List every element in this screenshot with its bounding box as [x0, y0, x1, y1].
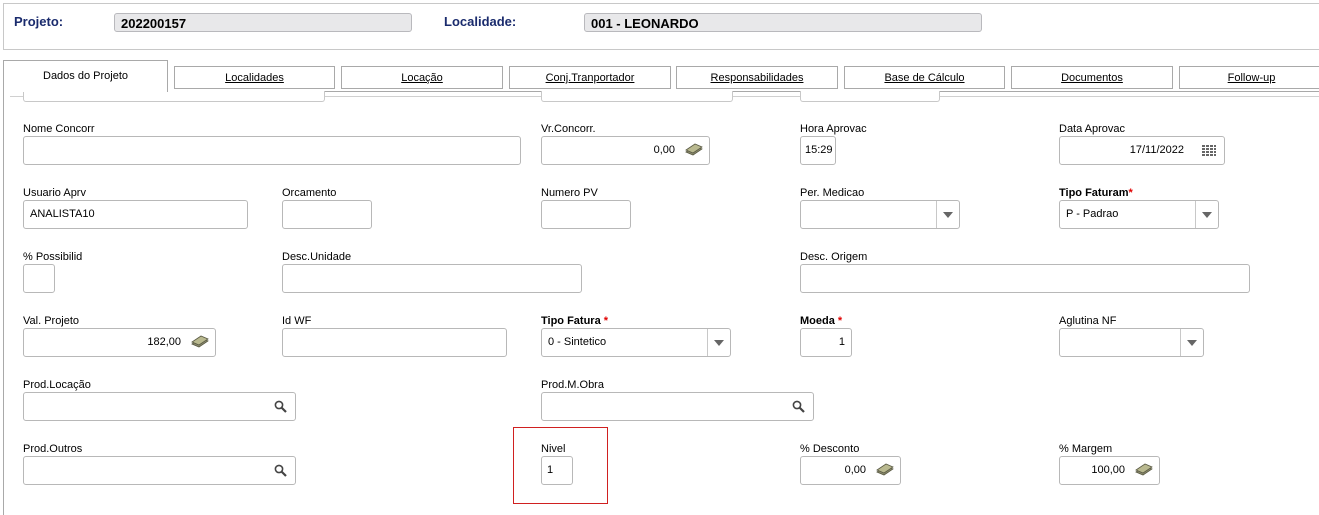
- chevron-down-icon[interactable]: [707, 329, 730, 356]
- chevron-down-icon[interactable]: [936, 201, 959, 228]
- data-aprovac-value: 17/11/2022: [1129, 144, 1184, 156]
- partial-field[interactable]: [23, 91, 325, 102]
- required-marker: *: [603, 315, 609, 327]
- aglutina-nf-select[interactable]: [1059, 328, 1204, 357]
- tipo-faturam-label-text: Tipo Faturam: [1059, 187, 1129, 199]
- usuario-aprv-field[interactable]: ANALISTA10: [23, 200, 248, 229]
- usuario-aprv-label: Usuario Aprv: [23, 187, 86, 199]
- desconto-label: % Desconto: [800, 443, 860, 455]
- hora-aprovac-field[interactable]: 15:29: [800, 136, 836, 165]
- margem-label: % Margem: [1059, 443, 1113, 455]
- margem-field[interactable]: 100,00: [1059, 456, 1160, 485]
- tab-dados-do-projeto[interactable]: Dados do Projeto: [3, 60, 168, 92]
- search-icon[interactable]: [792, 400, 805, 413]
- tab-label: Dados do Projeto: [43, 70, 128, 82]
- prod-outros-field[interactable]: [23, 456, 296, 485]
- data-aprovac-label: Data Aprovac: [1059, 123, 1126, 135]
- nivel-label: Nivel: [541, 443, 566, 455]
- tab-label: Documentos: [1061, 72, 1123, 84]
- moeda-label-text: Moeda: [800, 315, 835, 327]
- tab-documentos[interactable]: Documentos: [1011, 66, 1173, 89]
- nivel-field[interactable]: 1: [541, 456, 573, 485]
- tipo-fatura-value: 0 - Sintetico: [548, 336, 607, 348]
- tipo-fatura-label-text: Tipo Fatura: [541, 315, 601, 327]
- desconto-value: 0,00: [844, 464, 866, 476]
- money-icon[interactable]: [1135, 463, 1153, 477]
- numero-pv-field[interactable]: [541, 200, 631, 229]
- desc-origem-field[interactable]: [800, 264, 1250, 293]
- tab-label: Localidades: [225, 72, 284, 84]
- vr-concorr-value: 0,00: [653, 144, 675, 156]
- per-medicao-label: Per. Medicao: [800, 187, 865, 199]
- vr-concorr-label: Vr.Concorr.: [541, 123, 596, 135]
- data-aprovac-field[interactable]: 17/11/2022: [1059, 136, 1225, 165]
- projeto-value: 202200157: [114, 13, 412, 32]
- tab-localidades[interactable]: Localidades: [174, 66, 335, 89]
- tipo-fatura-label: Tipo Fatura *: [541, 315, 608, 327]
- moeda-label: Moeda *: [800, 315, 842, 327]
- prod-locacao-label: Prod.Locação: [23, 379, 91, 391]
- money-icon[interactable]: [685, 143, 703, 157]
- required-marker: *: [837, 315, 843, 327]
- tab-follow-up[interactable]: Follow-up: [1179, 66, 1319, 89]
- val-projeto-value: 182,00: [147, 336, 181, 348]
- tab-label: Base de Cálculo: [884, 72, 965, 84]
- desconto-field[interactable]: 0,00: [800, 456, 901, 485]
- orcamento-field[interactable]: [282, 200, 372, 229]
- hora-aprovac-label: Hora Aprovac: [800, 123, 867, 135]
- nome-concorr-field[interactable]: [23, 136, 521, 165]
- partial-field[interactable]: [541, 91, 733, 102]
- search-icon[interactable]: [274, 464, 287, 477]
- desc-unidade-label: Desc.Unidade: [282, 251, 352, 263]
- val-projeto-label: Val. Projeto: [23, 315, 80, 327]
- tipo-faturam-value: P - Padrao: [1066, 208, 1119, 220]
- per-medicao-select[interactable]: [800, 200, 960, 229]
- money-icon[interactable]: [876, 463, 894, 477]
- tab-label: Follow-up: [1227, 72, 1276, 84]
- moeda-field[interactable]: 1: [800, 328, 852, 357]
- localidade-label: Localidade:: [444, 14, 517, 29]
- desc-unidade-field[interactable]: [282, 264, 582, 293]
- project-header: Projeto: 202200157 Localidade: 001 - LEO…: [3, 3, 1319, 50]
- id-wf-label: Id WF: [282, 315, 312, 327]
- desc-origem-label: Desc. Origem: [800, 251, 868, 263]
- tab-conj-tranportador[interactable]: Conj.Tranportador: [509, 66, 671, 89]
- tab-label: Conj.Tranportador: [545, 72, 635, 84]
- required-marker: *: [1128, 187, 1133, 199]
- tab-base-de-calculo[interactable]: Base de Cálculo: [844, 66, 1005, 89]
- search-icon[interactable]: [274, 400, 287, 413]
- localidade-value: 001 - LEONARDO: [584, 13, 982, 32]
- tipo-faturam-select[interactable]: P - Padrao: [1059, 200, 1219, 229]
- margem-value: 100,00: [1091, 464, 1125, 476]
- tab-locacao[interactable]: Locação: [341, 66, 503, 89]
- partial-field[interactable]: [800, 91, 940, 102]
- id-wf-field[interactable]: [282, 328, 507, 357]
- chevron-down-icon[interactable]: [1180, 329, 1203, 356]
- aglutina-nf-label: Aglutina NF: [1059, 315, 1117, 327]
- tab-label: Responsabilidades: [710, 72, 804, 84]
- possibilid-label: % Possibilid: [23, 251, 83, 263]
- calendar-icon[interactable]: [1202, 145, 1216, 157]
- projeto-label: Projeto:: [14, 14, 64, 29]
- possibilid-field[interactable]: [23, 264, 55, 293]
- tab-responsabilidades[interactable]: Responsabilidades: [676, 66, 838, 89]
- nome-concorr-label: Nome Concorr: [23, 123, 95, 135]
- tipo-fatura-select[interactable]: 0 - Sintetico: [541, 328, 731, 357]
- tab-label: Locação: [401, 72, 443, 84]
- val-projeto-field[interactable]: 182,00: [23, 328, 216, 357]
- numero-pv-label: Numero PV: [541, 187, 598, 199]
- prod-m-obra-label: Prod.M.Obra: [541, 379, 604, 391]
- tipo-faturam-label: Tipo Faturam*: [1059, 187, 1133, 199]
- chevron-down-icon[interactable]: [1195, 201, 1218, 228]
- money-icon[interactable]: [191, 335, 209, 349]
- vr-concorr-field[interactable]: 0,00: [541, 136, 710, 165]
- prod-outros-label: Prod.Outros: [23, 443, 83, 455]
- prod-locacao-field[interactable]: [23, 392, 296, 421]
- prod-m-obra-field[interactable]: [541, 392, 814, 421]
- orcamento-label: Orcamento: [282, 187, 337, 199]
